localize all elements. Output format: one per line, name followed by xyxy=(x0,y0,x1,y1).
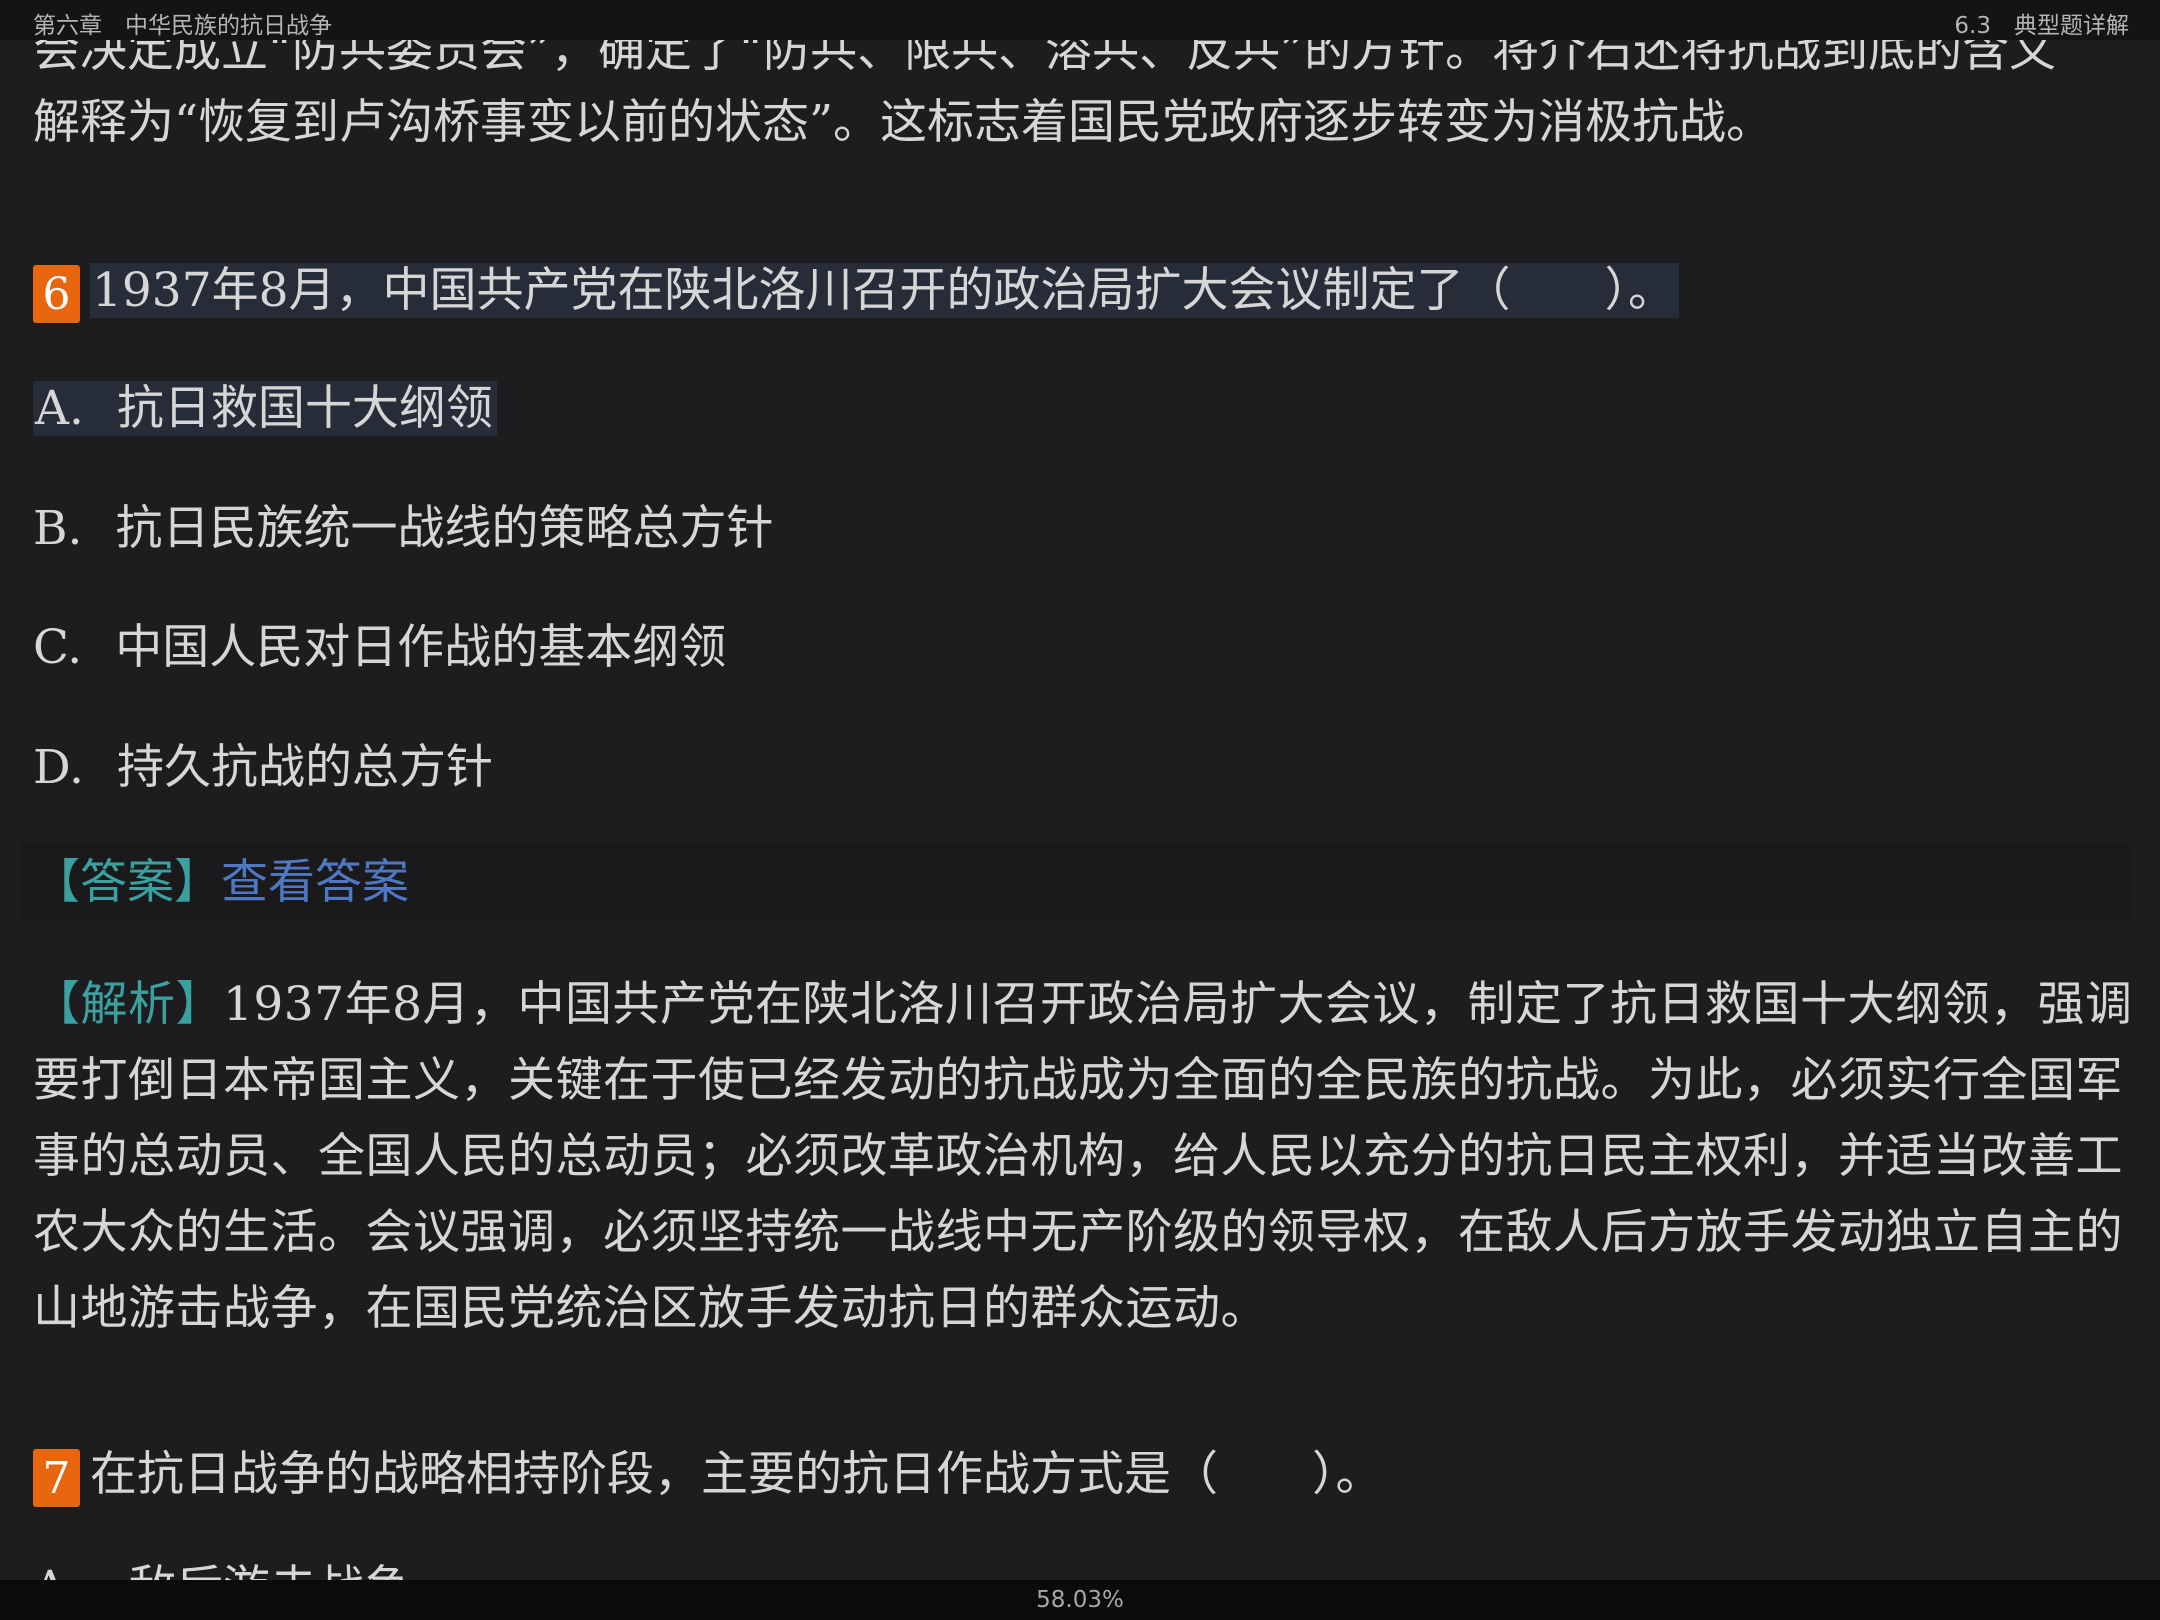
answer-label: 【答案】 xyxy=(33,855,221,910)
analysis-label: 【解析】 xyxy=(33,977,223,1032)
prev-text-line-2: 解释为“恢复到卢沟桥事变以前的状态”。这标志着国民党政府逐步转变为消极抗战。 xyxy=(33,95,1774,150)
option-a-partial[interactable]: A. 敌后游击战争 xyxy=(33,1558,411,1580)
question-7: 7 在抗日战争的战略相持阶段，主要的抗日作战方式是（ ）。 xyxy=(33,1444,1383,1507)
option-c[interactable]: C. 中国人民对日作战的基本纲领 xyxy=(33,617,726,679)
option-letter: B. xyxy=(33,501,83,556)
option-letter: D. xyxy=(33,740,84,795)
analysis-text: 1937年8月，中国共产党在陕北洛川召开政治局扩大会议，制定了抗日救国十大纲领，… xyxy=(33,977,2133,1336)
reading-progress: 58.03% xyxy=(0,1580,2160,1620)
question-6: 6 1937年8月，中国共产党在陕北洛川召开的政治局扩大会议制定了（ ）。 xyxy=(33,260,1680,323)
question-number-badge: 6 xyxy=(33,265,80,323)
option-d[interactable]: D. 持久抗战的总方针 xyxy=(33,737,493,799)
page-content: 会决定成立“防共委员会”，确定了“防共、限共、溶共、反共”的方针。将介石还将抗战… xyxy=(0,0,2160,1580)
chapter-title: 第六章 中华民族的抗日战争 xyxy=(33,13,332,39)
option-text: 抗日救国十大纲领 xyxy=(116,381,493,436)
view-answer-link[interactable]: 查看答案 xyxy=(221,855,409,910)
option-text: 中国人民对日作战的基本纲领 xyxy=(115,620,727,675)
section-title: 6.3 典型题详解 xyxy=(1954,13,2129,39)
analysis-paragraph: 【解析】1937年8月，中国共产党在陕北洛川召开政治局扩大会议，制定了抗日救国十… xyxy=(33,967,2133,1347)
option-letter: C. xyxy=(33,620,83,675)
reader-header: 第六章 中华民族的抗日战争 6.3 典型题详解 xyxy=(0,0,2160,40)
option-letter: A. xyxy=(35,381,84,436)
question-number-badge: 7 xyxy=(33,1449,80,1507)
option-b[interactable]: B. 抗日民族统一战线的策略总方针 xyxy=(33,498,773,560)
question-stem[interactable]: 1937年8月，中国共产党在陕北洛川召开的政治局扩大会议制定了（ ）。 xyxy=(90,263,1680,318)
answer-row: 【答案】查看答案 xyxy=(33,852,409,914)
option-a[interactable]: A. 抗日救国十大纲领 xyxy=(33,378,497,440)
option-text: 抗日民族统一战线的策略总方针 xyxy=(115,501,774,556)
option-text: 持久抗战的总方针 xyxy=(116,740,493,795)
question-stem[interactable]: 在抗日战争的战略相持阶段，主要的抗日作战方式是（ ）。 xyxy=(90,1447,1383,1502)
